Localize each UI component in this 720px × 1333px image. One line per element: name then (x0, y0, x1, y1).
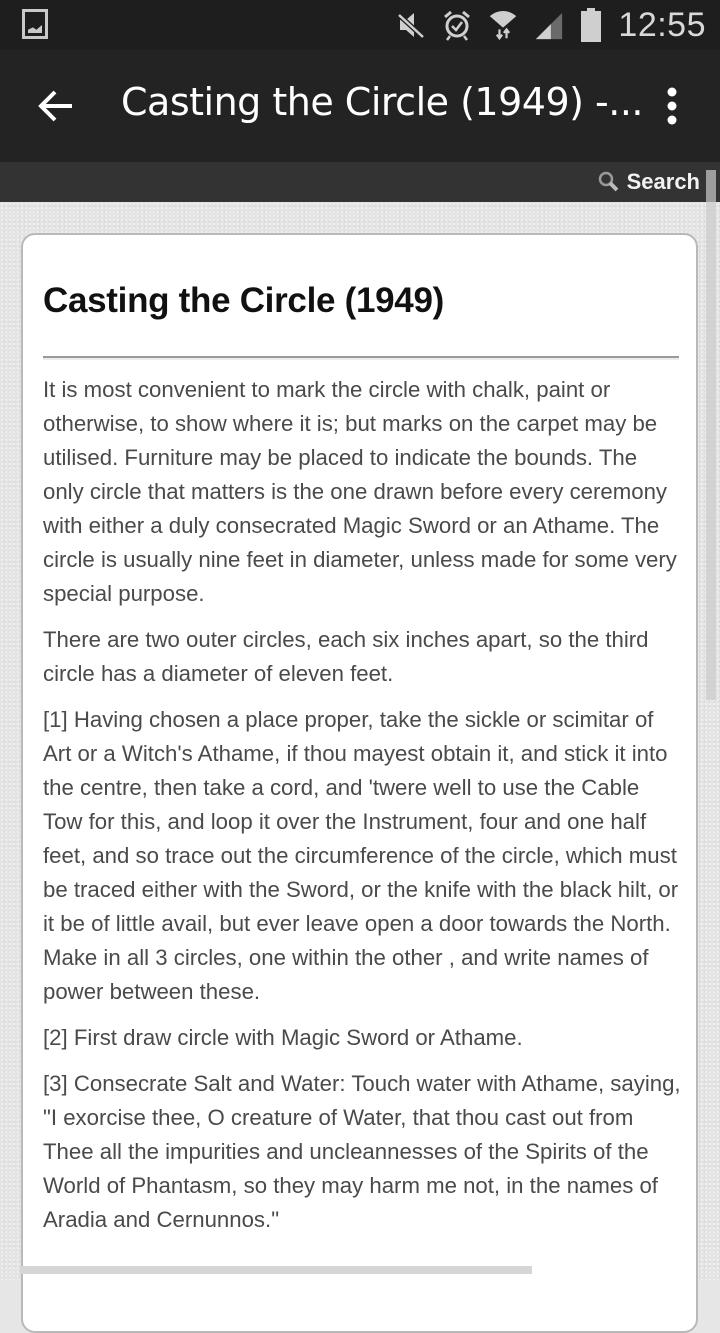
article-card: Casting the Circle (1949) It is most con… (21, 233, 698, 1333)
search-bar: Search (0, 162, 720, 202)
arrow-left-icon (38, 90, 72, 122)
back-button[interactable] (36, 84, 76, 128)
paragraph: [2] First draw circle with Magic Sword o… (43, 1025, 523, 1050)
vertical-scrollbar[interactable] (706, 170, 716, 700)
horizontal-scrollbar[interactable] (20, 1266, 532, 1274)
wifi-icon (488, 9, 518, 41)
mute-icon (396, 9, 426, 41)
paragraph: [1] Having chosen a place proper, take t… (43, 707, 679, 1004)
article-heading: Casting the Circle (1949) (43, 281, 444, 320)
article-body: It is most convenient to mark the circle… (43, 373, 683, 1249)
search-button[interactable]: Search (597, 162, 700, 202)
alarm-icon (442, 9, 472, 41)
search-label: Search (626, 169, 700, 194)
more-vert-icon (667, 87, 677, 125)
battery-icon (580, 8, 602, 42)
status-icons: 12:55 (396, 0, 706, 50)
search-icon (598, 171, 619, 192)
signal-icon (534, 9, 564, 41)
paragraph: It is most convenient to mark the circle… (43, 377, 677, 606)
gallery-notification-icon (22, 9, 48, 39)
status-time: 12:55 (618, 5, 706, 44)
paragraph: There are two outer circles, each six in… (43, 627, 649, 686)
status-bar: 12:55 (0, 0, 720, 50)
paragraph: [3] Consecrate Salt and Water: Touch wat… (43, 1071, 681, 1232)
overflow-menu-button[interactable] (660, 86, 684, 126)
app-bar: Casting the Circle (1949) -... (0, 50, 720, 162)
heading-divider (43, 356, 679, 360)
page-title: Casting the Circle (1949) -... (121, 80, 643, 124)
